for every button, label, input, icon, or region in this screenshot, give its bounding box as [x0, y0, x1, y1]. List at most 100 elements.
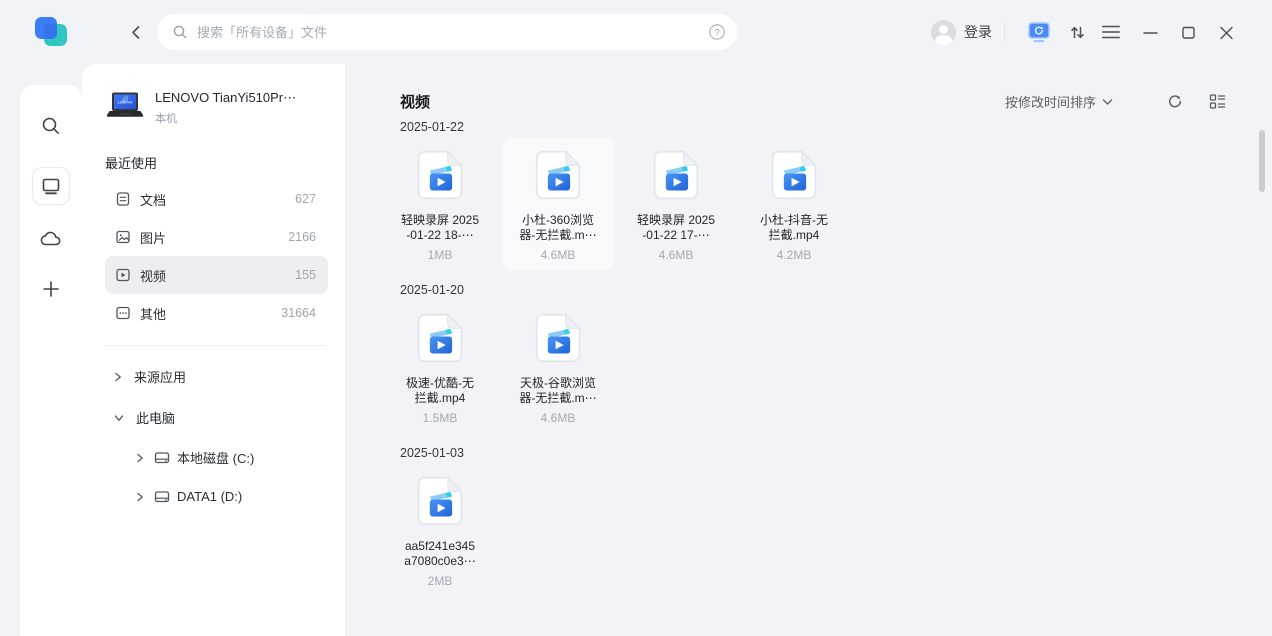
maximize-button[interactable]: [1179, 23, 1198, 42]
video-file-icon: [409, 470, 471, 532]
file-name: 轻映录屏 2025 -01-22 17-⋯: [620, 213, 732, 243]
topbar-divider: [1004, 23, 1005, 41]
topbar-right: 登录: [931, 19, 1236, 46]
category-count: 155: [295, 268, 316, 282]
view-toggle-icon: [1209, 93, 1226, 110]
page-title: 视频: [400, 91, 430, 112]
search-input[interactable]: [197, 25, 708, 40]
search-icon: [40, 115, 62, 137]
refresh-button[interactable]: [1165, 92, 1184, 111]
tree-drive-item[interactable]: DATA1 (D:): [105, 477, 328, 516]
disk-icon: [154, 489, 170, 504]
file-name: 轻映录屏 2025 -01-22 18-⋯: [384, 213, 496, 243]
sort-dropdown[interactable]: 按修改时间排序: [1005, 92, 1113, 111]
back-button[interactable]: [126, 22, 147, 43]
file-item[interactable]: 天极-谷歌浏览 器-无拦截.m⋯ 4.6MB: [502, 300, 614, 434]
file-item[interactable]: 轻映录屏 2025 -01-22 18-⋯ 1MB: [384, 137, 496, 271]
device-type-label: 本机: [155, 110, 296, 126]
rail-add-button[interactable]: [41, 279, 61, 299]
disk-icon: [154, 450, 170, 465]
chevron-right-icon: [113, 371, 123, 383]
view-toggle-button[interactable]: [1208, 92, 1227, 111]
sidebar-category-item[interactable]: 文档 627: [105, 180, 328, 218]
file-name: 天极-谷歌浏览 器-无拦截.m⋯: [502, 376, 614, 406]
file-size: 2MB: [384, 574, 496, 597]
sidebar-category-item[interactable]: 其他 31664: [105, 294, 328, 332]
date-group: 2025-01-22 轻映录屏 2025 -01-22 18-⋯ 1MB 小杜-…: [400, 120, 1272, 271]
video-icon: [115, 267, 131, 283]
minimize-icon: [1143, 25, 1158, 40]
monitor-icon: [40, 175, 62, 197]
category-count: 2166: [288, 230, 316, 244]
rail-search-button[interactable]: [40, 115, 62, 137]
transfer-list-button[interactable]: [1067, 22, 1088, 43]
close-icon: [1219, 25, 1234, 40]
scrollbar-thumb[interactable]: [1259, 130, 1265, 192]
file-item[interactable]: 小杜-抖音-无 拦截.mp4 4.2MB: [738, 137, 850, 271]
file-name: 极速-优酷-无 拦截.mp4: [384, 376, 496, 406]
video-file-icon: [527, 307, 589, 369]
category-label: 文档: [140, 190, 166, 209]
tree-root-item[interactable]: 来源应用: [105, 356, 328, 397]
device-item[interactable]: Lenovo LENOVO TianYi510Pr⋯ 本机: [105, 90, 328, 126]
sort-label: 按修改时间排序: [1005, 92, 1096, 111]
file-name: 小杜-抖音-无 拦截.mp4: [738, 213, 850, 243]
file-size: 4.6MB: [502, 248, 614, 271]
app-logo-icon: [32, 13, 70, 51]
sidebar-category-item[interactable]: 图片 2166: [105, 218, 328, 256]
rail-cloud-button[interactable]: [39, 229, 63, 249]
topbar: ? 登录: [0, 0, 1272, 64]
chevron-right-icon: [135, 452, 145, 464]
tree-drive-item[interactable]: 本地磁盘 (C:): [105, 438, 328, 477]
file-size: 4.2MB: [738, 248, 850, 271]
file-item[interactable]: aa5f241e345 a7080c0e3⋯ 2MB: [384, 463, 496, 597]
avatar-icon[interactable]: [931, 20, 956, 45]
video-file-icon: [763, 144, 825, 206]
other-icon: [115, 305, 131, 321]
file-groups: 2025-01-22 轻映录屏 2025 -01-22 18-⋯ 1MB 小杜-…: [400, 120, 1272, 597]
video-file-icon: [409, 307, 471, 369]
category-label: 视频: [140, 266, 166, 285]
file-size: 1MB: [384, 248, 496, 271]
back-icon: [128, 24, 145, 41]
document-icon: [115, 191, 131, 207]
sidebar-categories: 文档 627 图片 2166 视频 155 其他 31664: [105, 180, 328, 332]
close-button[interactable]: [1217, 23, 1236, 42]
transfer-icon: [1069, 24, 1086, 41]
image-icon: [115, 229, 131, 245]
maximize-icon: [1181, 25, 1196, 40]
help-icon[interactable]: ?: [708, 23, 726, 41]
date-group: 2025-01-20 极速-优酷-无 拦截.mp4 1.5MB 天极-谷歌浏览 …: [400, 283, 1272, 434]
category-count: 627: [295, 192, 316, 206]
image-icon: [115, 229, 131, 245]
file-item[interactable]: 极速-优酷-无 拦截.mp4 1.5MB: [384, 300, 496, 434]
search-icon: [172, 24, 188, 40]
file-name: 小杜-360浏览 器-无拦截.m⋯: [502, 213, 614, 243]
chevron-down-icon: [113, 413, 125, 423]
sidebar-tree: 来源应用 此电脑 本地磁盘 (C:) DATA1 (D:): [105, 356, 328, 516]
date-group-label: 2025-01-03: [400, 446, 1272, 460]
video-file-icon: [645, 144, 707, 206]
login-button[interactable]: 登录: [964, 22, 992, 42]
search-bar[interactable]: ?: [157, 14, 737, 50]
recent-section-label: 最近使用: [105, 153, 328, 172]
device-name: LENOVO TianYi510Pr⋯: [155, 90, 296, 106]
sidebar-category-item[interactable]: 视频 155: [105, 256, 328, 294]
minimize-button[interactable]: [1141, 23, 1160, 42]
device-sync-button[interactable]: [1025, 19, 1053, 46]
sidebar-divider: [105, 345, 326, 346]
file-item[interactable]: 小杜-360浏览 器-无拦截.m⋯ 4.6MB: [502, 137, 614, 271]
category-label: 图片: [140, 228, 166, 247]
date-group: 2025-01-03 aa5f241e345 a7080c0e3⋯ 2MB: [400, 446, 1272, 597]
video-file-icon: [409, 144, 471, 206]
svg-text:Lenovo: Lenovo: [117, 100, 133, 105]
tree-root-item[interactable]: 此电脑: [105, 397, 328, 438]
video-file-icon: [527, 144, 589, 206]
file-item[interactable]: 轻映录屏 2025 -01-22 17-⋯ 4.6MB: [620, 137, 732, 271]
document-icon: [115, 191, 131, 207]
menu-button[interactable]: [1100, 23, 1122, 41]
rail-device-button[interactable]: [32, 167, 70, 205]
sidebar: Lenovo LENOVO TianYi510Pr⋯ 本机 最近使用 文档 62…: [82, 64, 345, 636]
laptop-thumbnail: Lenovo: [105, 90, 145, 122]
chevron-right-icon: [135, 491, 145, 503]
